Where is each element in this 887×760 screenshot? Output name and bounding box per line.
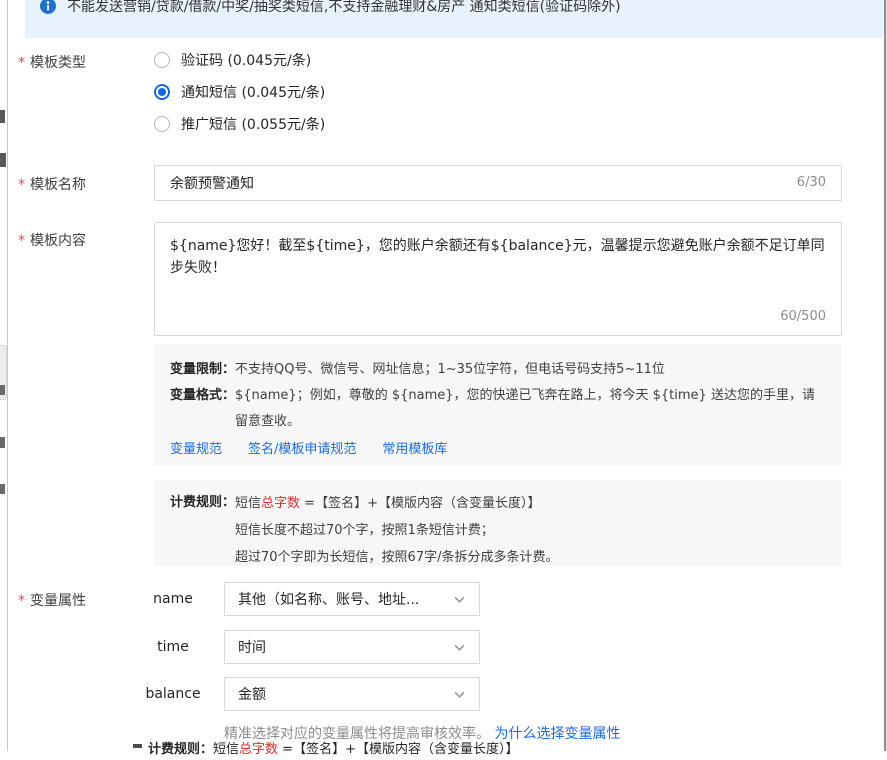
template-content-counter: 60/500 (712, 309, 826, 324)
variable-limit-label: 变量限制： (170, 357, 235, 383)
clipped-sidebar-fragment (0, 110, 5, 123)
clipped-text-fragment (133, 744, 142, 748)
variable-name-select-value: 其他（如名称、账号、地址... (238, 589, 419, 609)
radio-option-label: 验证码 (0.045元/条) (181, 50, 311, 70)
variable-limit-text: 不支持QQ号、微信号、网址信息；1~35位字符，但电话号码支持5~11位 (235, 357, 826, 383)
info-icon (40, 0, 56, 14)
variable-format-label: 变量格式： (170, 383, 235, 435)
variable-balance-select[interactable]: 金额 (224, 677, 480, 711)
billing-rules-label: 计费规则： (170, 490, 235, 571)
variable-time-select[interactable]: 时间 (224, 630, 480, 664)
required-marker: * (18, 55, 25, 71)
notice-banner-text: 不能发送营销/贷款/借款/中奖/抽奖类短信,不支持金融理财&房产 通知类短信(验… (67, 0, 621, 16)
chevron-down-icon (453, 593, 466, 606)
common-template-library-link[interactable]: 常用模板库 (382, 438, 447, 462)
radio-icon[interactable] (154, 116, 170, 132)
variable-spec-link[interactable]: 变量规范 (170, 438, 222, 462)
required-marker: * (18, 177, 25, 193)
billing-rules-text: 短信总字数 =【签名】+【模版内容（含变量长度）】 短信长度不超过70个字，按照… (235, 490, 826, 571)
clipped-sidebar-fragment (0, 437, 5, 448)
radio-selected-icon[interactable] (154, 84, 170, 100)
chevron-down-icon (453, 641, 466, 654)
variable-time-label: time (130, 630, 216, 664)
template-content-label: *模板内容 (18, 230, 86, 250)
variable-attrs-label: *变量属性 (18, 590, 86, 610)
variable-balance-label: balance (130, 677, 216, 711)
radio-option-verification-code[interactable]: 验证码 (0.045元/条) (154, 50, 325, 70)
radio-option-notification-sms[interactable]: 通知短信 (0.045元/条) (154, 82, 325, 102)
radio-option-label: 通知短信 (0.045元/条) (181, 82, 325, 102)
radio-option-promo-sms[interactable]: 推广短信 (0.055元/条) (154, 114, 325, 134)
variable-time-select-value: 时间 (238, 637, 266, 657)
chevron-down-icon (453, 688, 466, 701)
template-type-radio-group: 验证码 (0.045元/条) 通知短信 (0.045元/条) 推广短信 (0.0… (154, 50, 325, 134)
variable-balance-select-value: 金额 (238, 684, 266, 704)
template-name-label: *模板名称 (18, 174, 86, 194)
billing-total-chars-highlight: 总字数 (261, 496, 300, 511)
template-name-input[interactable] (154, 165, 842, 201)
radio-icon[interactable] (154, 52, 170, 68)
clipped-sidebar-fragment (0, 385, 5, 395)
radio-option-label: 推广短信 (0.055元/条) (181, 114, 325, 134)
billing-rules-box: 计费规则： 短信总字数 =【签名】+【模版内容（含变量长度）】 短信长度不超过7… (154, 480, 842, 566)
panel-left-border (7, 0, 8, 751)
signature-template-spec-link[interactable]: 签名/模板申请规范 (248, 438, 356, 462)
template-name-counter: 6/30 (742, 175, 826, 190)
required-marker: * (18, 233, 25, 249)
variable-name-select[interactable]: 其他（如名称、账号、地址... (224, 582, 480, 616)
clipped-sidebar-fragment (0, 153, 6, 167)
variable-name-label: name (130, 582, 216, 616)
variable-tips-box: 变量限制： 不支持QQ号、微信号、网址信息；1~35位字符，但电话号码支持5~1… (154, 344, 842, 466)
required-marker: * (18, 593, 25, 609)
notice-banner: 不能发送营销/贷款/借款/中奖/抽奖类短信,不支持金融理财&房产 通知类短信(验… (25, 0, 883, 38)
variable-format-text: ${name}；例如，尊敬的 ${name}，您的快递已飞奔在路上，将今天 ${… (235, 383, 826, 435)
template-type-label: *模板类型 (18, 52, 86, 72)
clipped-billing-rules-line: 计费规则：短信总字数 =【签名】+【模版内容（含变量长度）】 (148, 740, 518, 760)
clipped-sidebar-fragment (0, 484, 5, 494)
